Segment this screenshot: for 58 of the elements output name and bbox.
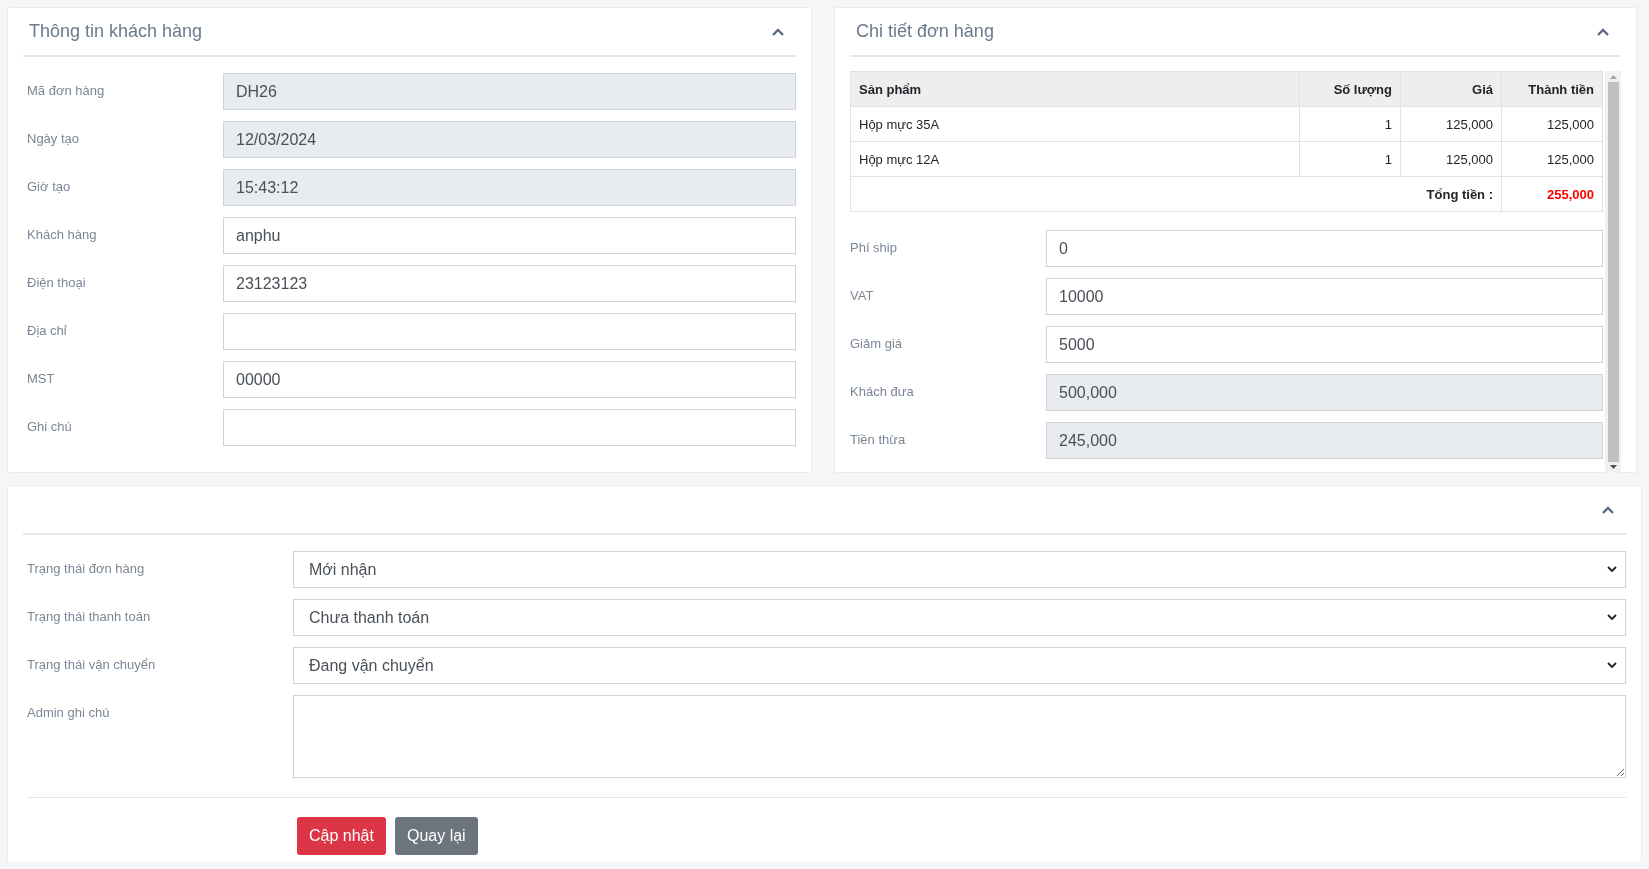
field-label: Điện thoại xyxy=(26,274,87,290)
input-field[interactable]: 23123123 xyxy=(223,265,796,302)
dropdown-caret-icon xyxy=(1607,614,1617,621)
readonly-field[interactable]: 245,000 xyxy=(1046,422,1603,459)
table-cell: 125,000 xyxy=(1501,141,1603,177)
column-header: Sản phẩm xyxy=(850,71,1300,107)
update-button[interactable]: Cập nhật xyxy=(297,817,386,855)
dropdown-field[interactable]: Mới nhận xyxy=(293,551,1626,588)
table-cell: Hộp mực 12A xyxy=(850,141,1300,177)
field-label: Ngày tạo xyxy=(26,130,81,146)
readonly-field[interactable]: 15:43:12 xyxy=(223,169,796,206)
field-label: Khách đưa xyxy=(850,383,915,399)
input-field[interactable]: 0 xyxy=(1046,230,1603,267)
field-label: Trạng thái đơn hàng xyxy=(26,560,146,576)
input-field[interactable] xyxy=(223,313,796,350)
table-cell: 1 xyxy=(1299,141,1401,177)
field-label: Admin ghi chú xyxy=(26,704,111,720)
field-label: Ghi chú xyxy=(26,418,73,434)
field-label: MST xyxy=(26,370,56,386)
input-field[interactable] xyxy=(223,409,796,446)
input-field[interactable]: 10000 xyxy=(1046,278,1603,315)
scroll-up-arrow-icon[interactable] xyxy=(1609,75,1617,79)
field-label: Giảm giá xyxy=(850,335,904,351)
total-label: Tổng tiền : xyxy=(850,176,1502,212)
input-field[interactable]: 00000 xyxy=(223,361,796,398)
dropdown-caret-icon xyxy=(1607,566,1617,573)
field-label: Tiền thừa xyxy=(850,431,907,447)
table-cell: 125,000 xyxy=(1501,106,1603,142)
field-label: Khách hàng xyxy=(26,226,98,242)
column-header: Số lượng xyxy=(1299,71,1401,107)
readonly-field[interactable]: 12/03/2024 xyxy=(223,121,796,158)
field-label: Giờ tạo xyxy=(26,178,72,194)
panel-title: Chi tiết đơn hàng xyxy=(855,21,994,42)
scrollbar[interactable] xyxy=(1605,71,1621,473)
readonly-field[interactable]: DH26 xyxy=(223,73,796,110)
field-label: Phí ship xyxy=(850,239,898,255)
panel-title: Thông tin khách hàng xyxy=(28,21,203,42)
dropdown-field[interactable]: Đang vận chuyển xyxy=(293,647,1626,684)
readonly-field[interactable]: 500,000 xyxy=(1046,374,1603,411)
column-header: Giá xyxy=(1400,71,1502,107)
table-cell: 125,000 xyxy=(1400,141,1502,177)
field-label: VAT xyxy=(850,287,875,303)
field-label: Địa chỉ xyxy=(26,322,68,338)
field-label: Trạng thái vận chuyển xyxy=(26,656,157,672)
table-cell: Hộp mực 35A xyxy=(850,106,1300,142)
dropdown-caret-icon xyxy=(1607,662,1617,669)
dropdown-field[interactable]: Chưa thanh toán xyxy=(293,599,1626,636)
note-textarea[interactable] xyxy=(293,695,1626,778)
table-cell: 125,000 xyxy=(1400,106,1502,142)
field-label: Trạng thái thanh toán xyxy=(26,608,152,624)
total-value: 255,000 xyxy=(1501,176,1603,212)
scroll-down-arrow-icon[interactable] xyxy=(1609,465,1617,469)
field-label: Mã đơn hàng xyxy=(26,82,106,98)
input-field[interactable]: anphu xyxy=(223,217,796,254)
column-header: Thành tiền xyxy=(1501,71,1603,107)
table-cell: 1 xyxy=(1299,106,1401,142)
back-button[interactable]: Quay lại xyxy=(394,817,478,855)
input-field[interactable]: 5000 xyxy=(1046,326,1603,363)
